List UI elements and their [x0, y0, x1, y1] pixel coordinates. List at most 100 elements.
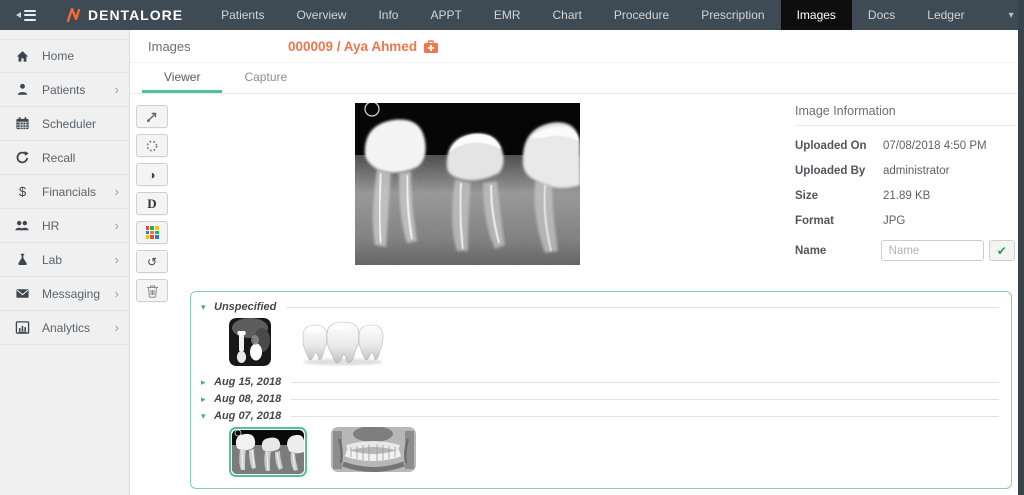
timeline-group-aug-15[interactable]: ▸ Aug 15, 2018 — [201, 374, 999, 390]
sidebar-item-label: Recall — [42, 151, 119, 165]
info-label: Uploaded On — [795, 140, 883, 152]
first-aid-kit-icon — [423, 39, 439, 54]
group-divider — [291, 382, 999, 383]
sidebar-item-recall[interactable]: Recall — [0, 141, 129, 175]
nav-item-procedure[interactable]: Procedure — [598, 0, 685, 30]
page-title: Images — [148, 39, 191, 54]
viewer-tab-bar: Viewer Capture — [130, 63, 1024, 94]
flask-icon — [14, 252, 30, 268]
image-name-input[interactable] — [881, 240, 984, 261]
invert-button[interactable]: D — [136, 192, 168, 215]
chevron-right-icon: › — [115, 219, 119, 232]
left-sidebar: Home Patients › Scheduler Recall $ Fina — [0, 30, 130, 495]
color-filter-button[interactable] — [136, 221, 168, 244]
info-label: Name — [795, 245, 881, 257]
sidebar-item-scheduler[interactable]: Scheduler — [0, 107, 129, 141]
brightness-button[interactable] — [136, 134, 168, 157]
main-xray-image[interactable] — [355, 103, 580, 265]
top-navbar: DENTALORE Patients Overview Info APPT EM… — [0, 0, 1024, 30]
group-divider — [291, 416, 999, 417]
nav-item-chart[interactable]: Chart — [536, 0, 597, 30]
timeline-group-aug-07[interactable]: ▾ Aug 07, 2018 — [201, 408, 999, 424]
sidebar-item-label: Lab — [42, 253, 115, 267]
patient-link[interactable]: 000009 / Aya Ahmed — [288, 30, 439, 63]
nav-item-docs[interactable]: Docs — [852, 0, 911, 30]
group-divider — [286, 307, 999, 308]
save-name-button[interactable]: ✔ — [989, 240, 1015, 261]
thumbnail-teeth-render[interactable] — [295, 318, 391, 366]
nav-item-appt[interactable]: APPT — [414, 0, 477, 30]
hamburger-icon — [24, 10, 36, 21]
sidebar-item-label: Analytics — [42, 321, 115, 335]
nav-item-emr[interactable]: EMR — [478, 0, 537, 30]
nav-item-images[interactable]: Images — [781, 0, 852, 30]
nav-item-patients[interactable]: Patients — [205, 0, 280, 30]
thumbnail-vertical-xray[interactable] — [229, 318, 271, 366]
info-row-uploaded-by: Uploaded By administrator — [795, 165, 1015, 177]
delete-button[interactable] — [136, 279, 168, 302]
info-label: Uploaded By — [795, 165, 883, 177]
resize-button[interactable] — [136, 105, 168, 128]
image-information-panel: Image Information Uploaded On 07/08/2018… — [795, 104, 1015, 274]
tab-capture[interactable]: Capture — [222, 63, 309, 93]
group-divider — [291, 399, 999, 400]
chevron-down-icon: ▾ — [1009, 10, 1014, 21]
vertical-scrollbar[interactable] — [1018, 0, 1024, 495]
patient-name-label: 000009 / Aya Ahmed — [288, 39, 417, 54]
brand-name: DENTALORE — [88, 7, 183, 23]
tab-viewer[interactable]: Viewer — [142, 63, 222, 93]
main-content: Images 000009 / Aya Ahmed Viewer Capture — [130, 30, 1024, 495]
sidebar-item-label: Scheduler — [42, 117, 119, 131]
timeline-group-aug-08[interactable]: ▸ Aug 08, 2018 — [201, 391, 999, 407]
chevron-right-icon: › — [115, 253, 119, 266]
navbar-menu: Patients Overview Info APPT EMR Chart Pr… — [205, 0, 981, 30]
contrast-icon: ◑ — [148, 169, 155, 181]
info-value: administrator — [883, 165, 949, 177]
caret-right-icon: ▸ — [201, 377, 214, 388]
thumbnail-selected-xray[interactable] — [229, 427, 307, 477]
nav-item-info[interactable]: Info — [362, 0, 414, 30]
info-value: 07/08/2018 4:50 PM — [883, 140, 987, 152]
app-logo[interactable]: DENTALORE — [48, 0, 205, 30]
people-icon — [14, 218, 30, 234]
sidebar-item-lab[interactable]: Lab › — [0, 243, 129, 277]
panel-title: Image Information — [795, 104, 1015, 126]
sidebar-item-financials[interactable]: $ Financials › — [0, 175, 129, 209]
sidebar-item-home[interactable]: Home — [0, 39, 129, 73]
chevron-right-icon: › — [115, 185, 119, 198]
rotate-ccw-icon: ↺ — [147, 256, 157, 268]
caret-right-icon: ▸ — [201, 394, 214, 405]
periapical-xray — [355, 103, 580, 265]
info-row-uploaded-on: Uploaded On 07/08/2018 4:50 PM — [795, 140, 1015, 152]
sidebar-item-hr[interactable]: HR › — [0, 209, 129, 243]
sidebar-item-label: Patients — [42, 83, 115, 97]
sidebar-item-patients[interactable]: Patients › — [0, 73, 129, 107]
info-value: 21.89 KB — [883, 190, 930, 202]
bar-chart-icon — [14, 320, 30, 336]
brightness-icon — [145, 139, 159, 153]
thumbnail-row-unspecified — [201, 318, 999, 366]
nav-item-prescription[interactable]: Prescription — [685, 0, 780, 30]
rotate-button[interactable]: ↺ — [136, 250, 168, 273]
thumbnail-panoramic-xray[interactable] — [331, 427, 416, 472]
sidebar-item-analytics[interactable]: Analytics › — [0, 311, 129, 345]
thumbnail-row-aug-07 — [201, 427, 999, 477]
nav-item-ledger[interactable]: Ledger — [911, 0, 980, 30]
group-label: Aug 08, 2018 — [214, 393, 281, 405]
trash-icon — [146, 284, 159, 298]
nav-item-overview[interactable]: Overview — [280, 0, 362, 30]
calendar-icon — [14, 116, 30, 132]
invert-icon: D — [147, 196, 156, 212]
logo-pulse-icon — [66, 6, 82, 24]
contrast-button[interactable]: ◑ — [136, 163, 168, 186]
sidebar-item-messaging[interactable]: Messaging › — [0, 277, 129, 311]
info-row-name: Name ✔ — [795, 240, 1015, 261]
collapse-arrow-icon — [16, 12, 21, 18]
dollar-icon: $ — [14, 184, 30, 200]
timeline-group-unspecified[interactable]: ▾ Unspecified — [201, 299, 999, 315]
sidebar-collapse-button[interactable] — [0, 0, 48, 30]
diagonal-arrow-icon — [145, 110, 159, 124]
home-icon — [14, 48, 30, 64]
info-value: JPG — [883, 215, 905, 227]
group-label: Aug 07, 2018 — [214, 410, 281, 422]
